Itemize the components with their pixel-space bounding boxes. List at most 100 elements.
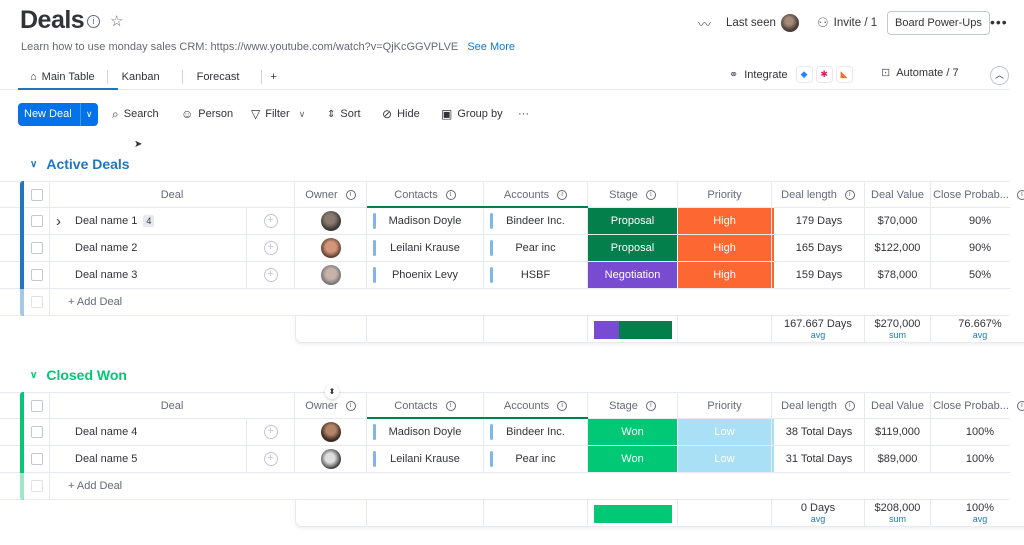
row-checkbox-cell[interactable] [24, 446, 50, 472]
updates-cell[interactable]: + [247, 235, 295, 261]
star-icon[interactable]: ☆ [110, 12, 123, 30]
column-resize-handle[interactable]: ⬍ [325, 385, 339, 399]
owner-cell[interactable] [295, 419, 367, 445]
updates-cell[interactable]: + [247, 208, 295, 234]
owner-cell[interactable] [295, 262, 367, 288]
contact-cell[interactable]: Leilani Krause [367, 235, 484, 261]
column-header-deal[interactable]: Deal [50, 393, 295, 418]
info-icon[interactable]: i [345, 189, 356, 200]
chevron-down-icon[interactable]: ∨ [79, 103, 98, 126]
owner-avatar[interactable] [320, 238, 341, 258]
row-checkbox[interactable] [30, 453, 43, 465]
owner-avatar[interactable] [320, 422, 341, 442]
info-icon[interactable]: i [557, 400, 568, 411]
select-all-checkbox[interactable] [30, 399, 43, 412]
add-view-button[interactable]: + [262, 66, 284, 88]
updates-cell[interactable]: + [247, 419, 295, 445]
priority-status[interactable]: High [678, 262, 772, 288]
row-checkbox[interactable] [30, 215, 43, 227]
contact-cell[interactable]: Madison Doyle [367, 419, 484, 445]
priority-status[interactable]: High [678, 235, 772, 261]
sort-button[interactable]: ⇕ Sort [327, 106, 361, 122]
tab-main-table[interactable]: ⌂ Main Table [18, 66, 107, 88]
close-probability-cell[interactable]: 100% [931, 419, 1024, 445]
deal-value-cell[interactable]: $78,000 [865, 262, 931, 288]
column-header-deal-length[interactable]: Deal length i [772, 393, 865, 418]
column-header-contacts[interactable]: Contacts i [367, 182, 484, 207]
account-name[interactable]: Pear inc [515, 242, 555, 254]
add-update-icon[interactable]: + [263, 268, 278, 282]
account-name[interactable]: HSBF [521, 269, 550, 281]
chevron-down-icon[interactable]: ∨ [30, 370, 37, 381]
deal-name-cell[interactable]: Deal name 5 [50, 446, 247, 472]
deal-value-cell[interactable]: $70,000 [865, 208, 931, 234]
contact-name[interactable]: Leilani Krause [390, 242, 460, 254]
info-icon[interactable]: i [445, 189, 456, 200]
info-icon[interactable]: i [1016, 189, 1024, 200]
info-icon[interactable]: i [345, 400, 356, 411]
collapse-header-button[interactable]: ︿ [990, 66, 1009, 85]
integrate-button[interactable]: ⚭ Integrate ◆ ✱ ◣ [729, 66, 853, 83]
tab-forecast[interactable]: Forecast [183, 66, 262, 88]
column-header-contacts[interactable]: Contacts i [367, 393, 484, 418]
subitems-count-badge[interactable]: 4 [143, 215, 155, 227]
info-icon[interactable]: i [844, 400, 855, 411]
contact-name[interactable]: Madison Doyle [389, 426, 462, 438]
column-header-deal-value[interactable]: Deal Value [865, 182, 931, 207]
group-title-label[interactable]: Active Deals [46, 156, 129, 172]
info-icon[interactable]: i [645, 189, 656, 200]
stage-status[interactable]: Proposal [588, 208, 678, 234]
header-checkbox-cell[interactable] [24, 393, 50, 418]
contact-cell[interactable]: Madison Doyle [367, 208, 484, 234]
automate-button[interactable]: ⊡ Automate / 7 [881, 66, 959, 80]
column-header-deal-length[interactable]: Deal length i [772, 182, 865, 207]
deal-name-cell[interactable]: Deal name 3 [50, 262, 247, 288]
column-header-accounts[interactable]: Accounts i [484, 393, 588, 418]
deal-name-cell[interactable]: › Deal name 1 4 [50, 208, 247, 234]
account-cell[interactable]: Bindeer Inc. [484, 419, 588, 445]
activity-icon[interactable]: 〰 [698, 13, 711, 33]
column-header-stage[interactable]: Stage i [588, 393, 678, 418]
chevron-right-icon[interactable]: › [56, 213, 61, 230]
column-header-owner[interactable]: Owner i [295, 182, 367, 207]
group-title-label[interactable]: Closed Won [46, 367, 127, 383]
filter-button[interactable]: ▽ Filter ∨ [251, 106, 305, 122]
priority-status[interactable]: Low [678, 419, 772, 445]
group-by-button[interactable]: ▣ Group by [441, 106, 503, 122]
more-options-icon[interactable]: ••• [990, 14, 1008, 30]
owner-cell[interactable] [295, 446, 367, 472]
new-deal-button[interactable]: New Deal ∨ [18, 103, 98, 126]
chevron-down-icon[interactable]: ∨ [30, 159, 37, 170]
row-checkbox[interactable] [30, 242, 43, 254]
contact-name[interactable]: Madison Doyle [389, 215, 462, 227]
info-icon[interactable]: i [844, 189, 855, 200]
info-icon[interactable]: i [1016, 400, 1024, 411]
row-checkbox[interactable] [30, 269, 43, 281]
row-checkbox-cell[interactable] [24, 262, 50, 288]
new-deal-label[interactable]: New Deal [18, 103, 80, 126]
board-title[interactable]: Deals [20, 6, 85, 35]
add-deal-input[interactable]: + Add Deal [50, 473, 1010, 499]
tab-kanban[interactable]: Kanban [108, 66, 182, 88]
updates-cell[interactable]: + [247, 262, 295, 288]
last-seen-button[interactable]: Last seen [726, 13, 799, 33]
priority-status[interactable]: Low [678, 446, 772, 472]
stage-status[interactable]: Proposal [588, 235, 678, 261]
account-name[interactable]: Pear inc [515, 453, 555, 465]
owner-cell[interactable] [295, 208, 367, 234]
close-probability-cell[interactable]: 50% [931, 262, 1024, 288]
board-power-ups-button[interactable]: Board Power-Ups [887, 11, 990, 35]
group-title[interactable]: ∨ Active Deals [28, 156, 130, 172]
see-more-link[interactable]: See More [467, 41, 515, 53]
add-update-icon[interactable]: + [263, 241, 278, 255]
column-header-stage[interactable]: Stage i [588, 182, 678, 207]
owner-cell[interactable] [295, 235, 367, 261]
contact-cell[interactable]: Leilani Krause [367, 446, 484, 472]
column-header-close-probability[interactable]: Close Probab... i [931, 182, 1024, 207]
stage-status[interactable]: Won [588, 446, 678, 472]
more-toolbar-button[interactable]: ··· [518, 106, 529, 122]
info-icon[interactable]: i [645, 400, 656, 411]
contact-cell[interactable]: Phoenix Levy [367, 262, 484, 288]
deal-name[interactable]: Deal name 1 [75, 215, 137, 227]
deal-value-cell[interactable]: $122,000 [865, 235, 931, 261]
